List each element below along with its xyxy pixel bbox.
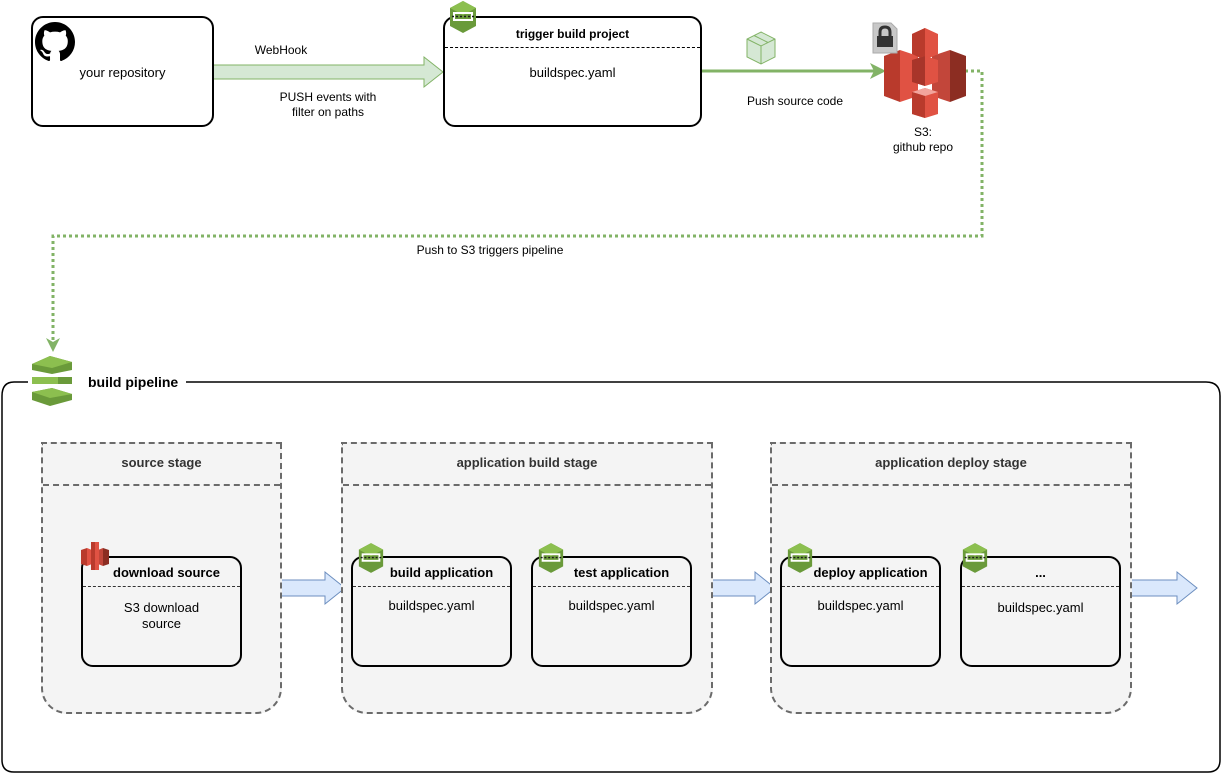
github-icon: [35, 22, 75, 62]
repository-node[interactable]: your repository: [31, 16, 214, 127]
job-download-source[interactable]: download source S3 download source: [81, 556, 242, 667]
package-icon: [746, 31, 776, 65]
push-source-label: Push source code: [746, 94, 844, 108]
webhook-filter-label: PUSH events with filter on paths: [279, 90, 377, 119]
codebuild-icon: [787, 543, 813, 573]
pipeline-title: build pipeline: [86, 374, 181, 390]
job-body: buildspec.yaml: [817, 598, 904, 613]
stage-arrow-2: [705, 570, 776, 606]
stage-title: source stage: [43, 444, 280, 486]
repository-label: your repository: [79, 65, 166, 80]
codebuild-icon: [358, 543, 384, 573]
stage-arrow-3: [1127, 570, 1198, 606]
codebuild-icon: [538, 543, 564, 573]
lock-icon: [872, 22, 898, 54]
trigger-build-project-title: trigger build project: [445, 18, 700, 48]
codepipeline-icon: [32, 356, 72, 406]
stage-title: application deploy stage: [772, 444, 1130, 486]
job-body: buildspec.yaml: [388, 598, 475, 613]
trigger-link-label: Push to S3 triggers pipeline: [416, 243, 564, 257]
job-body: buildspec.yaml: [997, 600, 1084, 615]
webhook-arrow[interactable]: [212, 55, 444, 89]
codebuild-icon: [962, 543, 988, 573]
s3-to-pipeline-arrow-head: [46, 338, 60, 352]
job-body: S3 download source: [123, 600, 200, 631]
trigger-build-project-buildspec: buildspec.yaml: [529, 65, 616, 80]
job-body: buildspec.yaml: [568, 598, 655, 613]
trigger-build-project-node[interactable]: trigger build project buildspec.yaml: [443, 16, 702, 127]
stage-title: application build stage: [343, 444, 711, 486]
webhook-label: WebHook: [254, 43, 308, 57]
codebuild-icon: [450, 1, 476, 33]
s3-icon: [81, 542, 109, 570]
s3-bucket-label: S3: github repo: [892, 125, 954, 154]
